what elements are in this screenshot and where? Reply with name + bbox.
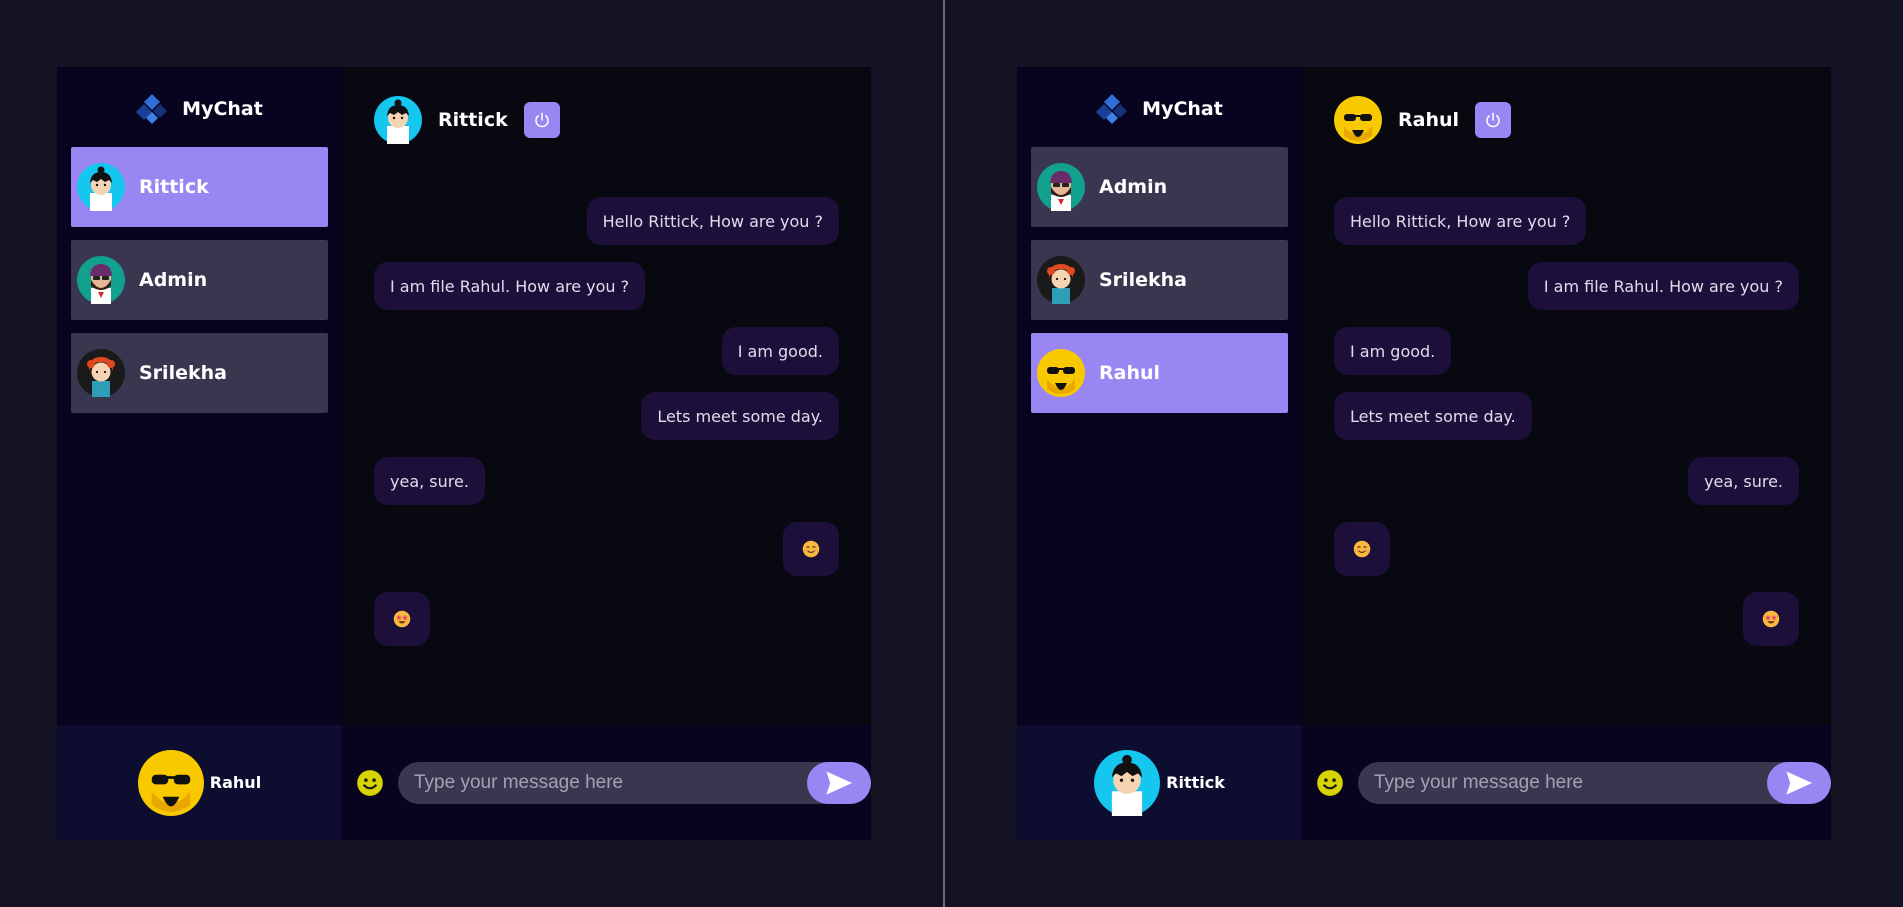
- contact-item-rittick[interactable]: Rittick: [71, 147, 328, 227]
- message-received: yea, sure.: [374, 457, 839, 505]
- message-received: Hello Rittick, How are you ?: [1334, 197, 1799, 245]
- power-icon: [535, 112, 549, 128]
- message-sent: yea, sure.: [1334, 457, 1799, 505]
- message-received: [1334, 522, 1799, 576]
- chat-container: Rahul Hello Rittick, How are you ? I am …: [1302, 67, 1831, 725]
- star-struck-face-emoji: [1762, 610, 1780, 628]
- message-bubble: [1334, 522, 1390, 576]
- star-struck-face-emoji: [393, 610, 411, 628]
- emoji-picker-icon[interactable]: [1316, 769, 1344, 797]
- message-sent: Lets meet some day.: [374, 392, 839, 440]
- rahul-avatar-icon: [1037, 349, 1085, 397]
- contact-item-srilekha[interactable]: Srilekha: [1031, 240, 1288, 320]
- message-received: I am file Rahul. How are you ?: [374, 262, 839, 310]
- rittick-avatar-icon: [374, 96, 422, 144]
- message-sent: [374, 522, 839, 576]
- chat-contact-name: Rahul: [1398, 109, 1460, 131]
- message-bubble: I am good.: [721, 327, 839, 375]
- message-received: I am good.: [1334, 327, 1799, 375]
- brand-name: MyChat: [182, 98, 263, 120]
- chat-app-left: MyChat Rittick Admin Srilekha Rittick He…: [57, 67, 871, 840]
- current-user-name: Rahul: [209, 773, 262, 792]
- message-bubble: [783, 522, 839, 576]
- send-button[interactable]: [1767, 761, 1831, 804]
- screen: MyChat Rittick Admin Srilekha Rittick He…: [0, 0, 1903, 907]
- contact-name: Admin: [1099, 176, 1168, 198]
- panel-divider: [943, 0, 945, 907]
- chat-container: Rittick Hello Rittick, How are you ? I a…: [342, 67, 871, 725]
- contact-item-srilekha[interactable]: Srilekha: [71, 333, 328, 413]
- message-bubble: [374, 592, 430, 646]
- message-bubble: Hello Rittick, How are you ?: [1334, 197, 1587, 245]
- message-bubble: Lets meet some day.: [641, 392, 839, 440]
- rittick-avatar-icon: [77, 163, 125, 211]
- message-input-container: [398, 761, 871, 804]
- chat-input-bar: [1302, 725, 1831, 840]
- message-bubble: Lets meet some day.: [1334, 392, 1532, 440]
- contacts-sidebar: MyChat Admin Srilekha Rahul: [1017, 67, 1302, 725]
- brand: MyChat: [1017, 87, 1302, 131]
- message-bubble: I am good.: [1334, 327, 1452, 375]
- contact-item-admin[interactable]: Admin: [1031, 147, 1288, 227]
- message-sent: [1334, 592, 1799, 646]
- brand: MyChat: [57, 87, 342, 131]
- contact-list: Rittick Admin Srilekha: [57, 147, 342, 413]
- chat-header: Rittick: [374, 95, 839, 145]
- logout-button[interactable]: [1475, 102, 1512, 138]
- send-icon: [826, 770, 853, 795]
- current-user-name: Rittick: [1166, 773, 1225, 792]
- rahul-avatar-icon: [1334, 96, 1382, 144]
- send-button[interactable]: [807, 761, 871, 804]
- message-bubble: yea, sure.: [1688, 457, 1799, 505]
- contact-name: Admin: [139, 269, 208, 291]
- message-bubble: Hello Rittick, How are you ?: [586, 197, 839, 245]
- srilekha-avatar-icon: [77, 349, 125, 397]
- contact-name: Srilekha: [1099, 269, 1187, 291]
- contacts-sidebar: MyChat Rittick Admin Srilekha: [57, 67, 342, 725]
- message-bubble: I am file Rahul. How are you ?: [1527, 262, 1799, 310]
- contact-name: Srilekha: [139, 362, 227, 384]
- message-received: Lets meet some day.: [1334, 392, 1799, 440]
- contact-name: Rittick: [139, 176, 209, 198]
- rittick-avatar-icon: [1094, 749, 1161, 816]
- diamond-logo-icon: [136, 94, 168, 124]
- emoji-picker-icon[interactable]: [356, 769, 384, 797]
- message-sent: I am good.: [374, 327, 839, 375]
- brand-name: MyChat: [1142, 98, 1223, 120]
- message-bubble: I am file Rahul. How are you ?: [374, 262, 646, 310]
- diamond-logo-icon: [1096, 94, 1128, 124]
- admin-avatar-icon: [1037, 163, 1085, 211]
- smiling-face-emoji: [802, 540, 820, 558]
- contact-list: Admin Srilekha Rahul: [1017, 147, 1302, 413]
- message-bubble: yea, sure.: [374, 457, 485, 505]
- current-user: Rittick: [1017, 725, 1302, 840]
- message-input-container: [1358, 761, 1831, 804]
- chat-contact-name: Rittick: [438, 109, 508, 131]
- chat-header: Rahul: [1334, 95, 1799, 145]
- contact-item-admin[interactable]: Admin: [71, 240, 328, 320]
- admin-avatar-icon: [77, 256, 125, 304]
- message-input[interactable]: [1358, 761, 1767, 804]
- contact-name: Rahul: [1099, 362, 1161, 384]
- srilekha-avatar-icon: [1037, 256, 1085, 304]
- message-sent: I am file Rahul. How are you ?: [1334, 262, 1799, 310]
- power-icon: [1486, 112, 1500, 128]
- logout-button[interactable]: [523, 102, 560, 138]
- message-sent: Hello Rittick, How are you ?: [374, 197, 839, 245]
- smiling-face-emoji: [1353, 540, 1371, 558]
- message-bubble: [1743, 592, 1799, 646]
- message-input[interactable]: [398, 761, 807, 804]
- send-icon: [1786, 770, 1813, 795]
- chat-input-bar: [342, 725, 871, 840]
- contact-item-rahul[interactable]: Rahul: [1031, 333, 1288, 413]
- chat-app-right: MyChat Admin Srilekha Rahul Rahul Hello …: [1017, 67, 1831, 840]
- current-user: Rahul: [57, 725, 342, 840]
- message-received: [374, 592, 839, 646]
- rahul-avatar-icon: [137, 749, 204, 816]
